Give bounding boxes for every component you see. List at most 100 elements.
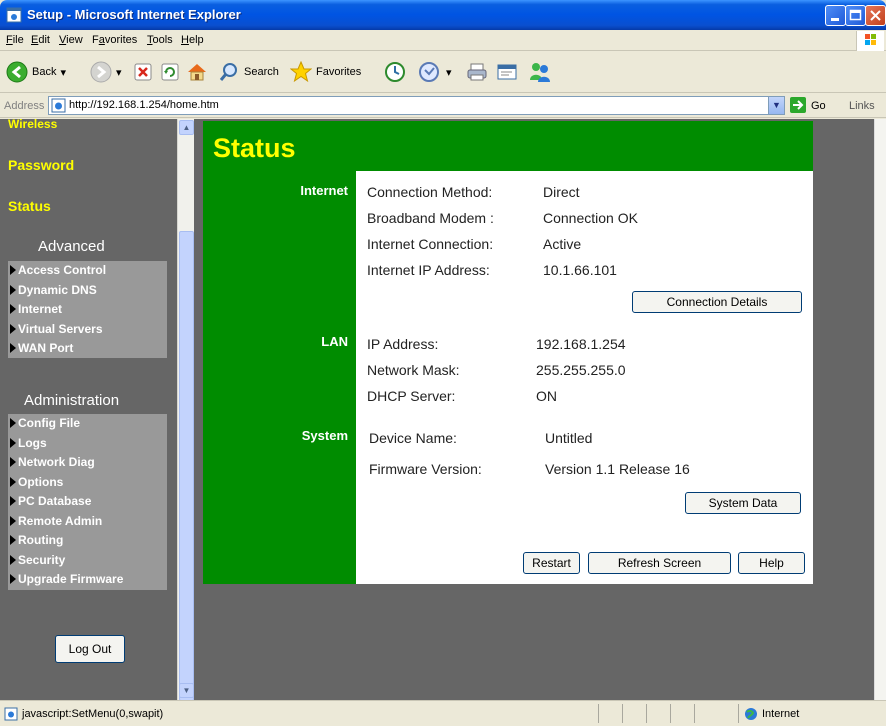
refresh-icon	[161, 63, 179, 81]
forward-button[interactable]: ▾	[90, 60, 122, 84]
nav-upgrade-firmware[interactable]: Upgrade Firmware	[8, 570, 167, 590]
lan-ip-value: 192.168.1.254	[536, 336, 626, 352]
connection-method-label: Connection Method:	[367, 184, 493, 200]
nav-wireless-link[interactable]: Wireless	[8, 119, 57, 131]
menu-view[interactable]: View	[59, 34, 83, 46]
nav-access-control[interactable]: Access Control	[8, 261, 167, 281]
scroll-down-icon[interactable]: ▼	[179, 683, 194, 698]
back-arrow-icon	[6, 61, 28, 83]
mail-button[interactable]: ▾	[418, 60, 452, 84]
menu-tools[interactable]: Tools	[147, 34, 173, 46]
page-scrollbar[interactable]	[874, 119, 886, 700]
help-button[interactable]: Help	[738, 552, 805, 574]
address-input[interactable]: http://192.168.1.254/home.htm ▼	[48, 96, 785, 115]
broadband-modem-value: Connection OK	[543, 210, 638, 226]
left-nav-frame: Wireless Password Status Advanced Access…	[0, 119, 177, 700]
home-button[interactable]	[186, 60, 208, 84]
page-title: Status	[213, 133, 296, 163]
history-icon	[385, 62, 405, 82]
nav-dynamic-dns[interactable]: Dynamic DNS	[8, 281, 167, 301]
nav-scrollbar[interactable]: ▲ ▼	[177, 119, 194, 700]
arrow-right-icon	[10, 574, 16, 584]
favorites-label: Favorites	[316, 66, 362, 78]
connection-details-button[interactable]: Connection Details	[632, 291, 802, 313]
scroll-up-icon[interactable]: ▲	[179, 120, 194, 135]
search-button[interactable]: Search	[218, 60, 279, 84]
network-mask-value: 255.255.255.0	[536, 362, 626, 378]
print-icon	[467, 63, 487, 81]
maximize-icon	[849, 9, 862, 21]
menu-edit[interactable]: Edit	[31, 34, 50, 46]
back-dropdown-icon[interactable]: ▾	[60, 66, 66, 79]
nav-status-link[interactable]: Status	[8, 198, 51, 214]
menu-favorites[interactable]: Favorites	[92, 34, 137, 46]
close-button[interactable]	[865, 5, 886, 26]
log-out-button[interactable]: Log Out	[55, 635, 125, 663]
menu-file[interactable]: File	[6, 34, 24, 46]
ie-page-icon	[6, 7, 22, 23]
internet-ip-label: Internet IP Address:	[367, 262, 490, 278]
history-button[interactable]	[384, 60, 406, 84]
go-button[interactable]	[790, 97, 806, 113]
status-divider	[694, 704, 695, 723]
security-zone-label: Internet	[762, 708, 800, 720]
go-label[interactable]: Go	[811, 100, 826, 112]
restart-button[interactable]: Restart	[523, 552, 580, 574]
internet-connection-label: Internet Connection:	[367, 236, 494, 252]
back-button[interactable]: Back ▾	[6, 60, 66, 84]
favorites-button[interactable]: Favorites	[290, 60, 361, 84]
advanced-menu: Access Control Dynamic DNS Internet Virt…	[8, 261, 167, 358]
arrow-right-icon	[10, 535, 16, 545]
status-panel: Status Internet LAN System Connection Me…	[203, 121, 813, 584]
status-header: Status	[203, 121, 813, 171]
messenger-button[interactable]	[528, 60, 552, 84]
address-dropdown-icon[interactable]: ▼	[768, 97, 784, 114]
status-divider	[646, 704, 647, 723]
nav-scroll-thumb[interactable]	[179, 231, 194, 700]
nav-pc-database[interactable]: PC Database	[8, 492, 167, 512]
nav-logs[interactable]: Logs	[8, 434, 167, 454]
arrow-right-icon	[10, 304, 16, 314]
maximize-button[interactable]	[845, 5, 866, 26]
arrow-right-icon	[10, 515, 16, 526]
nav-wan-port[interactable]: WAN Port	[8, 339, 167, 359]
refresh-button[interactable]	[160, 60, 180, 84]
arrow-right-icon	[10, 437, 16, 448]
nav-security[interactable]: Security	[8, 551, 167, 571]
links-label[interactable]: Links	[849, 100, 875, 112]
print-button[interactable]	[466, 60, 488, 84]
mail-dropdown-icon[interactable]: ▾	[446, 66, 452, 79]
network-mask-label: Network Mask:	[367, 362, 460, 378]
refresh-screen-button[interactable]: Refresh Screen	[588, 552, 731, 574]
window-title: Setup - Microsoft Internet Explorer	[27, 7, 241, 22]
system-data-button[interactable]: System Data	[685, 492, 801, 514]
arrow-right-icon	[10, 418, 16, 428]
nav-options[interactable]: Options	[8, 473, 167, 493]
internet-zone-globe-icon	[745, 708, 757, 720]
status-text: javascript:SetMenu(0,swapit)	[22, 708, 164, 720]
arrow-right-icon	[10, 554, 16, 565]
nav-network-diag[interactable]: Network Diag	[8, 453, 167, 473]
nav-internet[interactable]: Internet	[8, 300, 167, 320]
internet-connection-value: Active	[543, 236, 582, 252]
address-url: http://192.168.1.254/home.htm	[69, 99, 219, 111]
nav-password-link[interactable]: Password	[8, 157, 74, 173]
nav-config-file[interactable]: Config File	[8, 414, 167, 434]
arrow-right-icon	[10, 457, 16, 467]
search-icon	[219, 63, 237, 81]
edit-button[interactable]	[496, 60, 518, 84]
status-bar: javascript:SetMenu(0,swapit) Internet	[0, 700, 886, 726]
page-content: Wireless Password Status Advanced Access…	[0, 119, 874, 700]
go-arrow-icon	[793, 100, 804, 110]
system-section-label: System	[301, 428, 348, 443]
mail-icon	[419, 62, 439, 82]
status-divider	[598, 704, 599, 723]
minimize-button[interactable]	[825, 5, 846, 26]
nav-virtual-servers[interactable]: Virtual Servers	[8, 320, 167, 340]
stop-button[interactable]	[133, 60, 153, 84]
nav-remote-admin[interactable]: Remote Admin	[8, 512, 167, 532]
forward-dropdown-icon[interactable]: ▾	[116, 66, 122, 79]
nav-routing[interactable]: Routing	[8, 531, 167, 551]
status-divider	[670, 704, 671, 723]
menu-help[interactable]: Help	[181, 34, 204, 46]
